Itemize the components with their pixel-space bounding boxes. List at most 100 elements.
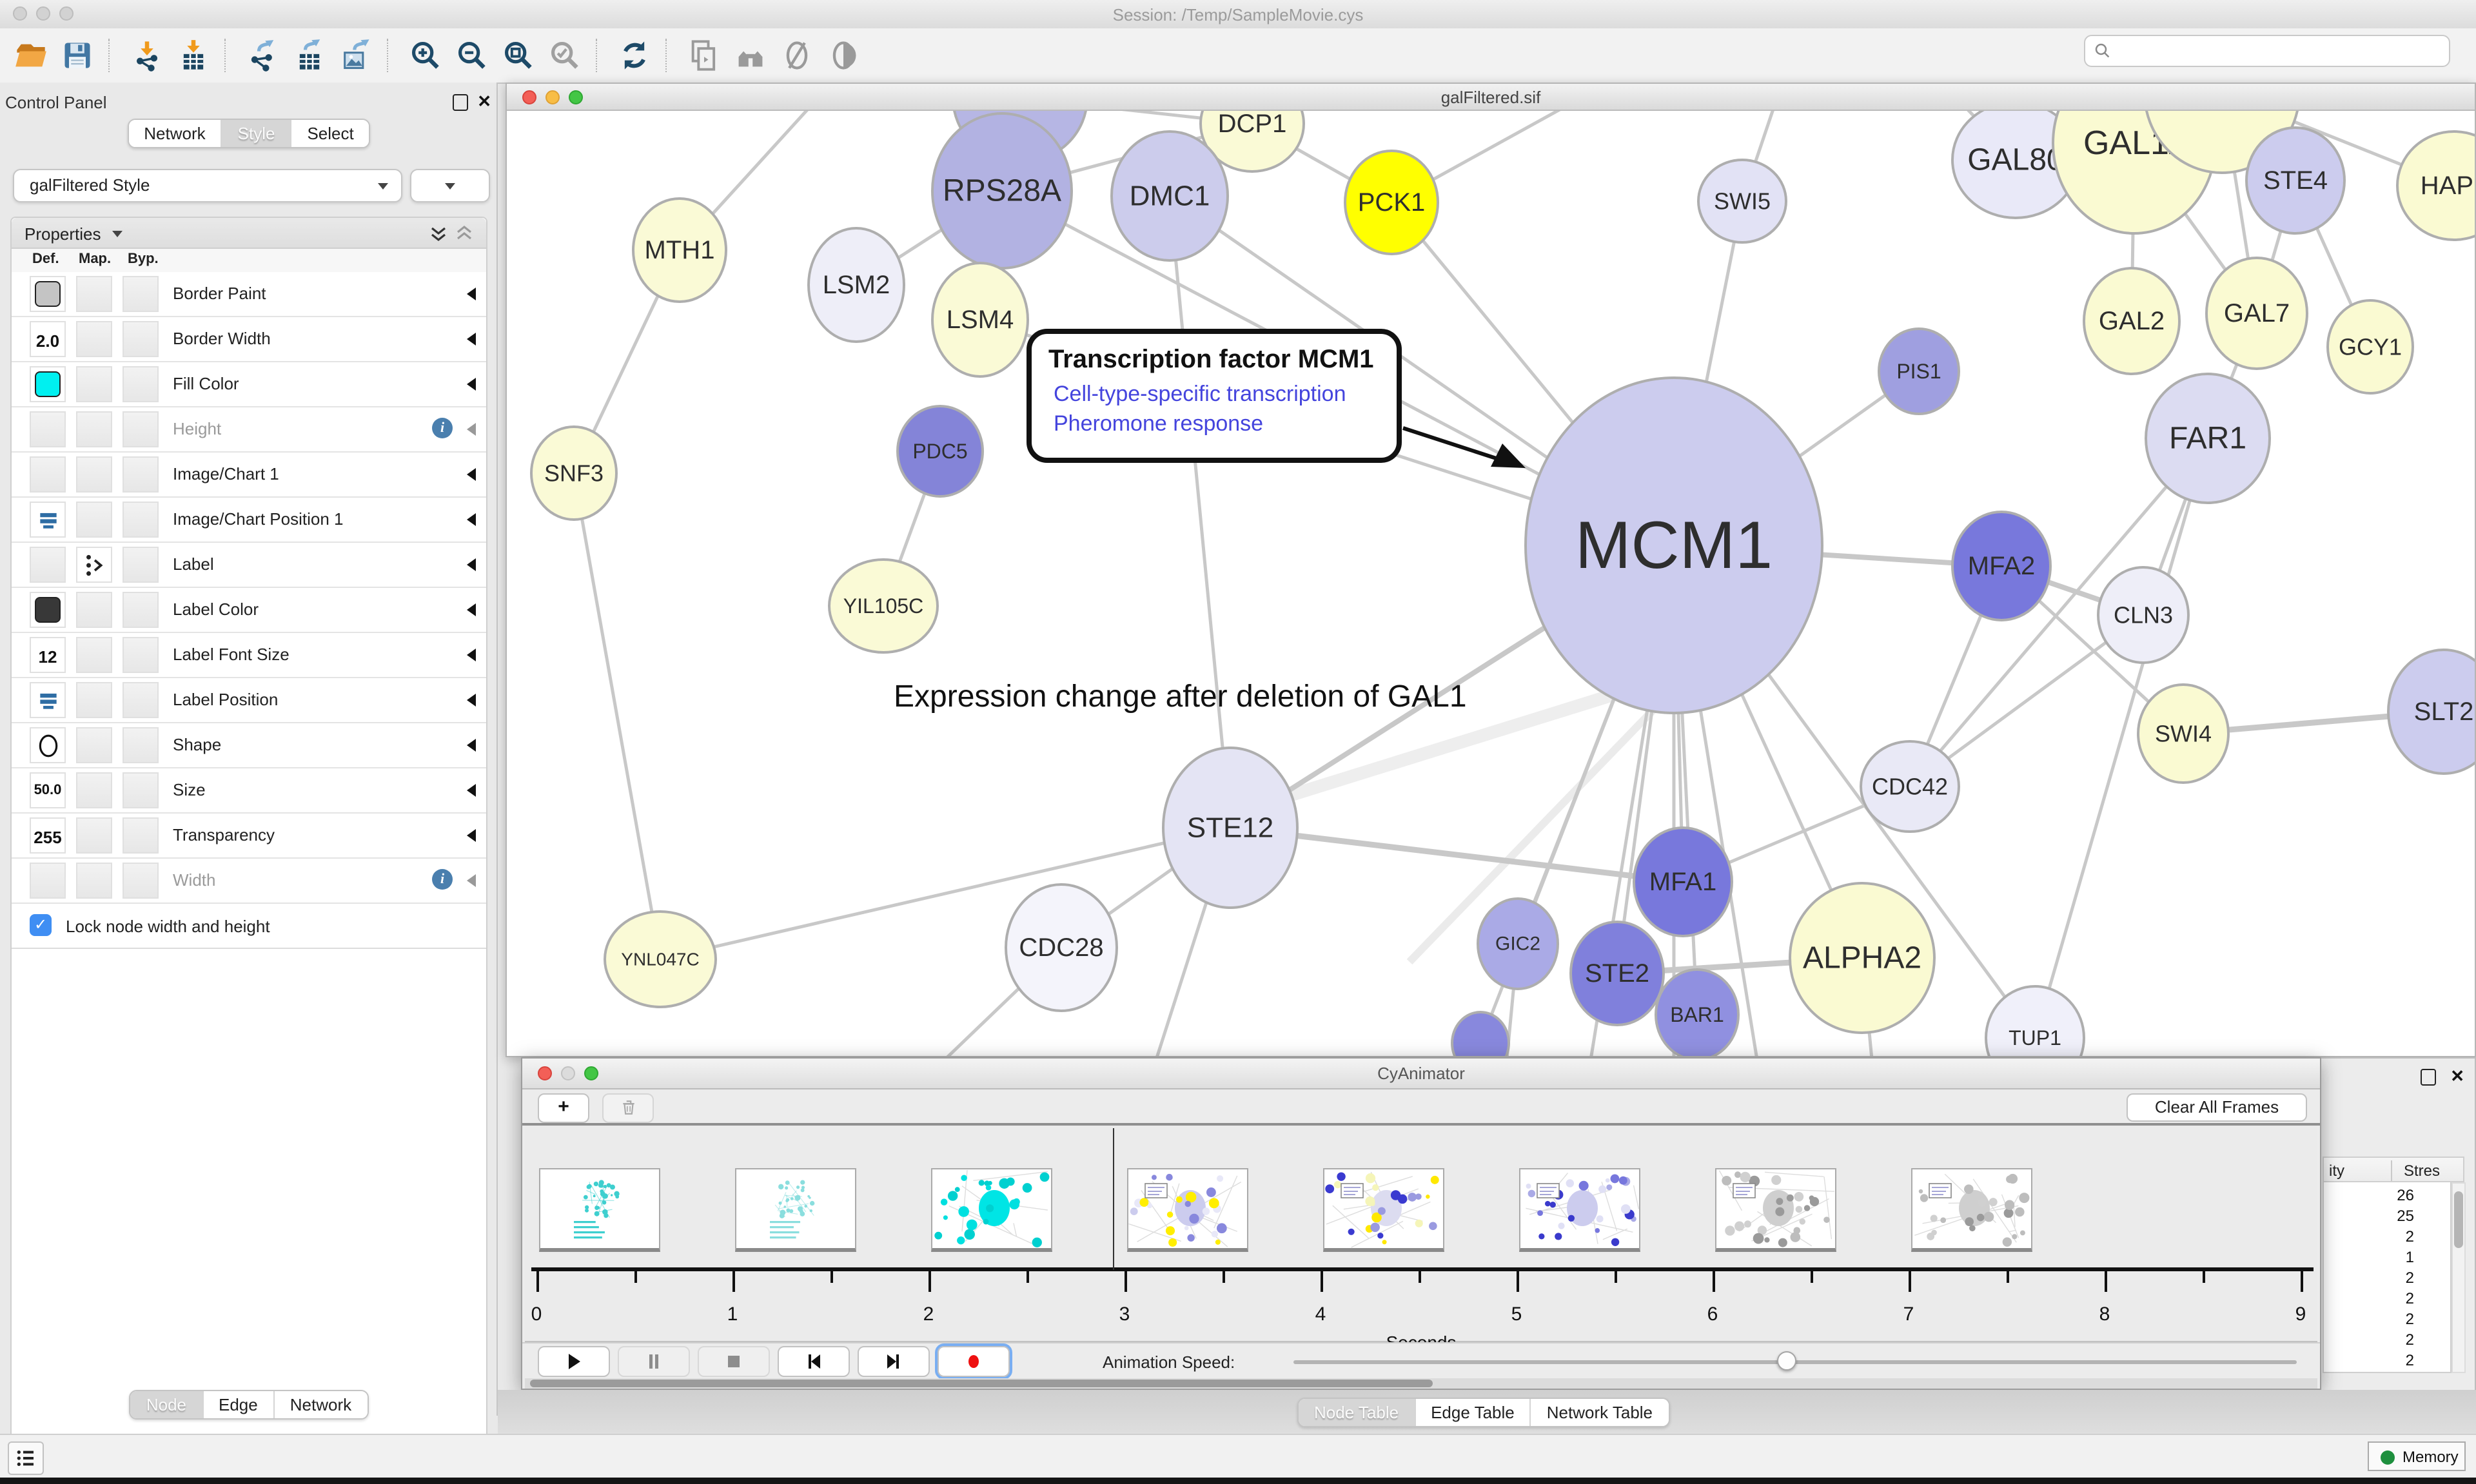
- playhead[interactable]: [1113, 1128, 1114, 1270]
- property-row-shape[interactable]: Shape: [12, 723, 486, 768]
- property-row-image-chart-position-1[interactable]: Image/Chart Position 1: [12, 498, 486, 543]
- network-node-mcm1[interactable]: MCM1: [1526, 378, 1822, 713]
- property-byp-cell[interactable]: [123, 411, 159, 447]
- property-map-cell[interactable]: [76, 592, 112, 628]
- expand-arrow-icon[interactable]: [467, 829, 476, 842]
- property-byp-cell[interactable]: [123, 682, 159, 718]
- table-cell[interactable]: 2: [2363, 1289, 2414, 1307]
- network-node-ste2[interactable]: STE2: [1571, 922, 1664, 1025]
- network-node-gcy1[interactable]: GCY1: [2328, 300, 2413, 393]
- clear-all-frames-button[interactable]: Clear All Frames: [2127, 1093, 2307, 1122]
- timeline[interactable]: Seconds 0123456789: [525, 1126, 2317, 1342]
- network-node-alpha2[interactable]: ALPHA2: [1790, 883, 1934, 1033]
- chevron-down-icon[interactable]: [112, 231, 123, 237]
- property-map-cell[interactable]: [76, 366, 112, 402]
- network-node-lsm4[interactable]: LSM4: [932, 263, 1028, 376]
- zoom-in-button[interactable]: [405, 36, 446, 75]
- step-back-button[interactable]: [778, 1346, 850, 1377]
- frame-thumbnail-7[interactable]: [1911, 1168, 2032, 1252]
- network-node-far1[interactable]: FAR1: [2146, 374, 2270, 503]
- panel-tab-select[interactable]: Select: [291, 120, 369, 147]
- network-node-cdc42[interactable]: CDC42: [1861, 741, 1959, 832]
- network-node-gic2[interactable]: GIC2: [1478, 899, 1558, 989]
- frame-thumbnail-4[interactable]: [1323, 1168, 1444, 1252]
- property-row-width[interactable]: Widthi: [12, 859, 486, 904]
- frame-thumbnail-3[interactable]: [1127, 1168, 1248, 1252]
- property-def-cell[interactable]: [30, 592, 66, 628]
- expand-arrow-icon[interactable]: [467, 288, 476, 300]
- expand-arrow-icon[interactable]: [467, 603, 476, 616]
- property-map-cell[interactable]: [76, 863, 112, 899]
- memory-button[interactable]: Memory: [2368, 1441, 2466, 1471]
- stop-button[interactable]: [698, 1346, 770, 1377]
- property-row-image-chart-1[interactable]: Image/Chart 1: [12, 453, 486, 498]
- expand-arrow-icon[interactable]: [467, 513, 476, 526]
- property-row-label-font-size[interactable]: 12Label Font Size: [12, 633, 486, 678]
- property-def-cell[interactable]: 50.0: [30, 772, 66, 808]
- property-map-cell[interactable]: [76, 456, 112, 493]
- ui-settings-button[interactable]: [8, 1441, 44, 1475]
- property-byp-cell[interactable]: [123, 863, 159, 899]
- info-icon[interactable]: i: [432, 869, 453, 890]
- frame-thumbnail-5[interactable]: [1519, 1168, 1640, 1252]
- network-node-cdc28[interactable]: CDC28: [1006, 884, 1117, 1011]
- network-node-rps28a[interactable]: RPS28A: [932, 113, 1072, 268]
- table-cell[interactable]: 2: [2363, 1310, 2414, 1328]
- annotation-link[interactable]: Cell-type-specific transcription: [1054, 382, 1346, 406]
- property-byp-cell[interactable]: [123, 637, 159, 673]
- property-def-cell[interactable]: [30, 547, 66, 583]
- column-header[interactable]: ity: [2329, 1162, 2344, 1180]
- export-network-button[interactable]: [242, 36, 284, 75]
- refresh-button[interactable]: [614, 36, 655, 75]
- property-def-cell[interactable]: [30, 502, 66, 538]
- float-panel-icon[interactable]: [2421, 1069, 2436, 1086]
- timeline-scrollbar[interactable]: [525, 1378, 2317, 1389]
- network-node-mfa2[interactable]: MFA2: [1952, 512, 2050, 620]
- network-node-ynl047c[interactable]: YNL047C: [605, 912, 716, 1007]
- speed-slider-thumb[interactable]: [1777, 1351, 1796, 1371]
- network-node-ste12[interactable]: STE12: [1163, 748, 1297, 908]
- expand-arrow-icon[interactable]: [467, 378, 476, 391]
- zoom-out-button[interactable]: [451, 36, 493, 75]
- style-select[interactable]: galFiltered Style: [13, 169, 402, 202]
- table-cell[interactable]: 2: [2363, 1331, 2414, 1349]
- open-session-button[interactable]: [10, 36, 52, 75]
- table-cell[interactable]: 25: [2363, 1207, 2414, 1225]
- property-def-cell[interactable]: [30, 727, 66, 763]
- property-byp-cell[interactable]: [123, 727, 159, 763]
- property-map-cell[interactable]: [76, 727, 112, 763]
- network-node-ste4[interactable]: STE4: [2246, 128, 2344, 233]
- search-input[interactable]: [2116, 37, 2444, 64]
- expand-arrow-icon[interactable]: [467, 694, 476, 707]
- info-icon[interactable]: i: [432, 418, 453, 438]
- dock-tab-node-table[interactable]: Node Table: [1299, 1399, 1415, 1426]
- expand-arrow-icon[interactable]: [467, 333, 476, 346]
- expand-arrow-icon[interactable]: [467, 739, 476, 752]
- table-scrollbar[interactable]: [2451, 1182, 2466, 1373]
- cyanimator-title-bar[interactable]: CyAnimator: [522, 1059, 2320, 1089]
- style-target-tab-node[interactable]: Node: [131, 1391, 203, 1418]
- table-cell[interactable]: 2: [2363, 1227, 2414, 1245]
- annotation-link[interactable]: Pheromone response: [1054, 411, 1263, 436]
- network-node-swi5[interactable]: SWI5: [1698, 160, 1786, 242]
- network-node-mth1[interactable]: MTH1: [633, 199, 726, 302]
- table-cell[interactable]: 1: [2363, 1248, 2414, 1266]
- property-byp-cell[interactable]: [123, 772, 159, 808]
- show-all-button[interactable]: [823, 36, 864, 75]
- table-cell[interactable]: 2: [2363, 1269, 2414, 1287]
- property-def-cell[interactable]: [30, 682, 66, 718]
- network-node-mfa1[interactable]: MFA1: [1634, 828, 1732, 936]
- delete-frame-button[interactable]: [602, 1093, 654, 1123]
- property-def-cell[interactable]: [30, 276, 66, 312]
- search-box[interactable]: [2084, 35, 2450, 67]
- expand-arrow-icon[interactable]: [467, 423, 476, 436]
- record-button[interactable]: [938, 1346, 1010, 1377]
- network-node-pck1[interactable]: PCK1: [1345, 151, 1438, 254]
- property-row-border-width[interactable]: 2.0Border Width: [12, 317, 486, 362]
- zoom-selected-button[interactable]: [544, 36, 585, 75]
- table-cell[interactable]: 26: [2363, 1186, 2414, 1204]
- network-node-dmc1[interactable]: DMC1: [1112, 132, 1228, 260]
- property-byp-cell[interactable]: [123, 817, 159, 854]
- property-byp-cell[interactable]: [123, 502, 159, 538]
- network-node-swi4[interactable]: SWI4: [2138, 685, 2228, 783]
